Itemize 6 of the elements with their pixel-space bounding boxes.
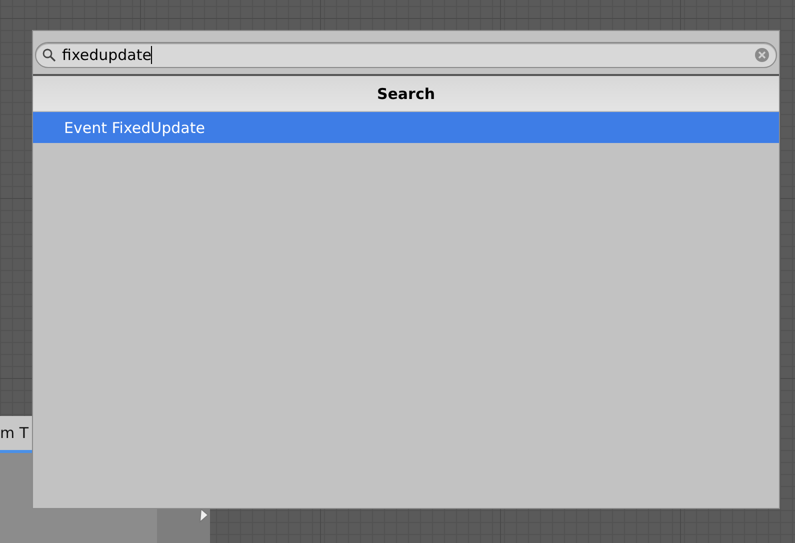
header-title: Search <box>376 84 436 102</box>
result-item[interactable]: Event FixedUpdate <box>33 112 779 143</box>
search-field[interactable]: fixedupdate <box>35 42 777 68</box>
search-icon <box>42 48 56 62</box>
clear-icon[interactable] <box>754 47 770 63</box>
node-title: m T <box>0 424 29 442</box>
